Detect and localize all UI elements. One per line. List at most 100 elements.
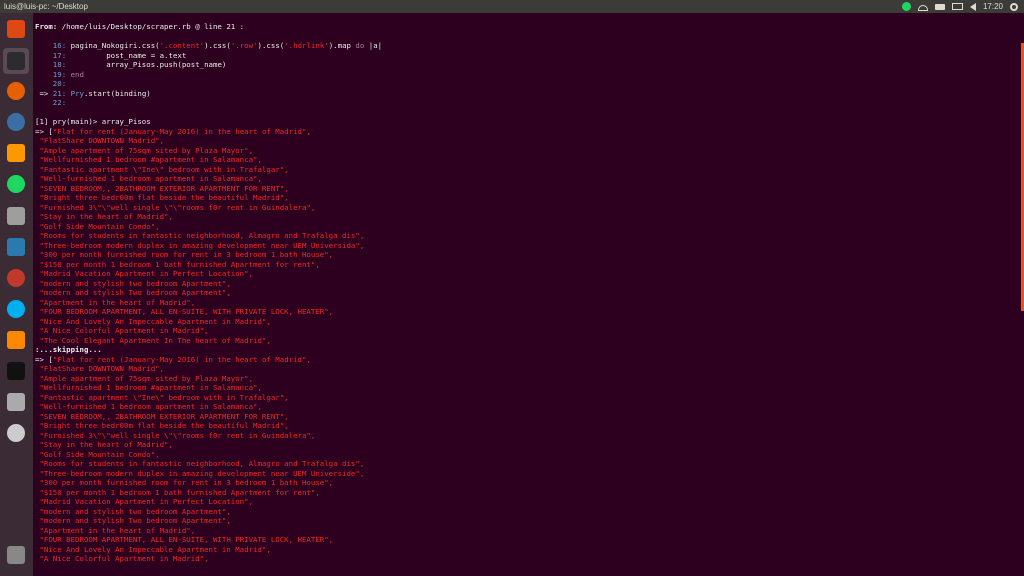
- inkscape-launcher-button[interactable]: [3, 358, 29, 384]
- line-number: 22:: [35, 98, 67, 107]
- thunderbird-icon: [7, 113, 25, 131]
- result-string: "Apartment in the heart of Madrid",: [35, 297, 196, 307]
- result-string: "Furnished 3\"\"well single \"\"rooms f0…: [35, 430, 316, 440]
- firefox-launcher-button[interactable]: [3, 78, 29, 104]
- result-string: "Three-bedroom modern duplex in amazing …: [35, 240, 365, 250]
- result-item: "300 per month furnished room for rent i…: [35, 478, 333, 488]
- result-item: "Three-bedroom modern duplex in amazing …: [35, 469, 364, 479]
- result-string: "Well-furnished 1 bedroom apartment in S…: [35, 174, 262, 183]
- result-item: "Bright three bedr00m flat beside the be…: [35, 421, 289, 431]
- result-string: "Fantastic apartment \"Ine\" bedroom wit…: [35, 164, 289, 174]
- code-text: |a|: [364, 41, 383, 50]
- result-string: "Furnished 3\"\"well single \"\"rooms f0…: [35, 202, 316, 212]
- trash-icon: [7, 546, 25, 564]
- inkscape-icon: [7, 362, 25, 380]
- code-call: Pry: [66, 88, 84, 98]
- result-string: "Rooms for students in fantastic neighbo…: [35, 459, 365, 468]
- result-string: "Wellfurnished 1 bedroom #apartment in S…: [35, 155, 262, 164]
- trash-launcher-button[interactable]: [3, 542, 29, 568]
- spotify-icon[interactable]: [901, 2, 911, 11]
- libreoffice-writer-launcher-button[interactable]: [3, 234, 29, 260]
- current-line-arrow: =>: [35, 88, 53, 98]
- result-string: "Bright three bedr00m flat beside the be…: [35, 193, 289, 202]
- terminal-launcher-button[interactable]: [3, 48, 29, 74]
- result-string: "Madrid Vacation Apartment in Perfect Lo…: [35, 269, 254, 278]
- result-string: "$150 per month 1 bedroom 1 bath furnish…: [35, 259, 320, 269]
- result-item: "SEVEN BEDROOM,, 2BATHROOM EXTERIOR APAR…: [35, 411, 289, 422]
- wifi-icon[interactable]: [917, 4, 928, 11]
- result-item: "A Nice Colorful Apartment in Madrid",: [35, 326, 208, 336]
- settings-icon: [7, 269, 25, 287]
- terminal-icon: [7, 52, 25, 70]
- skype-launcher-button[interactable]: [3, 296, 29, 322]
- code-line: 17: post_name = a.text: [35, 50, 187, 61]
- result-item: "modern and stylish two bedroom Apartmen…: [35, 279, 230, 289]
- code-string: '.hdrlink': [284, 41, 329, 50]
- launcher: [0, 13, 34, 576]
- vlc-launcher-button[interactable]: [3, 327, 29, 353]
- libreoffice-writer-icon: [7, 238, 25, 256]
- files-icon: [7, 207, 25, 225]
- result-string: "modern and stylish Two bedroom Apartmen…: [35, 516, 231, 525]
- result-item: "Well-furnished 1 bedroom apartment in S…: [35, 174, 262, 184]
- sublime-text-icon: [7, 144, 25, 162]
- result-item: "A Nice Colorful Apartment in Madrid",: [35, 554, 209, 564]
- code-line: 22:: [35, 98, 66, 108]
- result-item: "Madrid Vacation Apartment in Perfect Lo…: [35, 269, 253, 279]
- keyboard-icon[interactable]: [934, 3, 945, 10]
- code-text: pagina_Nokogiri.css(: [66, 41, 160, 50]
- dvd-launcher-button[interactable]: [3, 420, 29, 446]
- result-item: => ["Flat for rent (January-May 2016) in…: [35, 355, 311, 365]
- result-item: "FlatShare DOWNTOWN Madrid",: [35, 364, 164, 374]
- result-item: "FOUR BEDROOM APARTMENT, ALL EN-SUITE, W…: [35, 535, 333, 545]
- result-item: "$150 per month 1 bedroom 1 bath furnish…: [35, 488, 319, 498]
- ubuntu-dash-icon: [7, 20, 25, 38]
- line-number: 20:: [35, 79, 67, 88]
- result-item: "Apartment in the heart of Madrid",: [35, 298, 195, 308]
- thunderbird-launcher-button[interactable]: [3, 109, 29, 135]
- gear-icon[interactable]: [1010, 2, 1018, 11]
- code-text: post_name = a.text: [66, 50, 187, 60]
- result-string: "The Cool Elegant Apartment In The heart…: [35, 335, 271, 345]
- result-string: "300 per month furnished room for rent i…: [35, 250, 334, 259]
- sublime-text-launcher-button[interactable]: [3, 140, 29, 166]
- result-string: "A Nice Colorful Apartment in Madrid",: [35, 554, 209, 563]
- result-item: "Rooms for students in fantastic neighbo…: [35, 459, 364, 469]
- code-text: ).css(: [204, 41, 231, 50]
- spotify-launcher-button[interactable]: [3, 171, 29, 197]
- result-string: "Stay in the heart of Madrid",: [35, 440, 173, 449]
- drive-launcher-button[interactable]: [3, 389, 29, 415]
- system-tray: 17:20: [901, 0, 1018, 13]
- dvd-icon: [7, 424, 25, 442]
- result-string: "modern and stylish Two bedroom Apartmen…: [35, 288, 231, 297]
- clock[interactable]: 17:20: [983, 0, 1003, 13]
- vlc-icon: [7, 331, 25, 349]
- settings-launcher-button[interactable]: [3, 265, 29, 291]
- result-string: "FlatShare DOWNTOWN Madrid",: [35, 364, 165, 373]
- result-string: "Bright three bedr00m flat beside the be…: [35, 421, 289, 430]
- result-item: "Fantastic apartment \"Ine\" bedroom wit…: [35, 392, 289, 403]
- pager-skipping-line: :...skipping...: [35, 345, 102, 355]
- volume-icon[interactable]: [969, 2, 976, 11]
- result-string: "Rooms for students in fantastic neighbo…: [35, 231, 365, 240]
- result-string: "modern and stylish two bedroom Apartmen…: [35, 506, 231, 516]
- line-number: 21:: [52, 88, 67, 98]
- result-item: "modern and stylish Two bedroom Apartmen…: [35, 288, 231, 298]
- result-string: "FlatShare DOWNTOWN Madrid",: [35, 136, 165, 145]
- line-number: 16:: [35, 41, 67, 50]
- code-text: array_Pisos.push(post_name): [66, 60, 227, 69]
- result-item: "Well-furnished 1 bedroom apartment in S…: [35, 402, 262, 412]
- battery-icon[interactable]: [951, 3, 963, 10]
- ubuntu-dash-launcher-button[interactable]: [3, 16, 29, 42]
- files-launcher-button[interactable]: [3, 203, 29, 229]
- result-item: "Golf Side Mountain Condo",: [35, 450, 159, 460]
- result-string: "SEVEN BEDROOM,, 2BATHROOM EXTERIOR APAR…: [35, 411, 289, 421]
- terminal-window[interactable]: From: /home/luis/Desktop/scraper.rb @ li…: [34, 13, 1024, 576]
- result-item: "Wellfurnished 1 bedroom #apartment in S…: [35, 383, 262, 393]
- result-item: "Ample apartment of 75sqm sited by Plaza…: [35, 146, 253, 156]
- result-item: "Rooms for students in fantastic neighbo…: [35, 231, 364, 241]
- result-string: "Nice And Lovely An Impeccable Apartment…: [35, 316, 271, 326]
- result-string: "FOUR BEDROOM APARTMENT, ALL EN-SUITE, W…: [35, 535, 334, 544]
- result-string: "Wellfurnished 1 bedroom #apartment in S…: [35, 383, 262, 392]
- result-string: "Fantastic apartment \"Ine\" bedroom wit…: [35, 392, 289, 402]
